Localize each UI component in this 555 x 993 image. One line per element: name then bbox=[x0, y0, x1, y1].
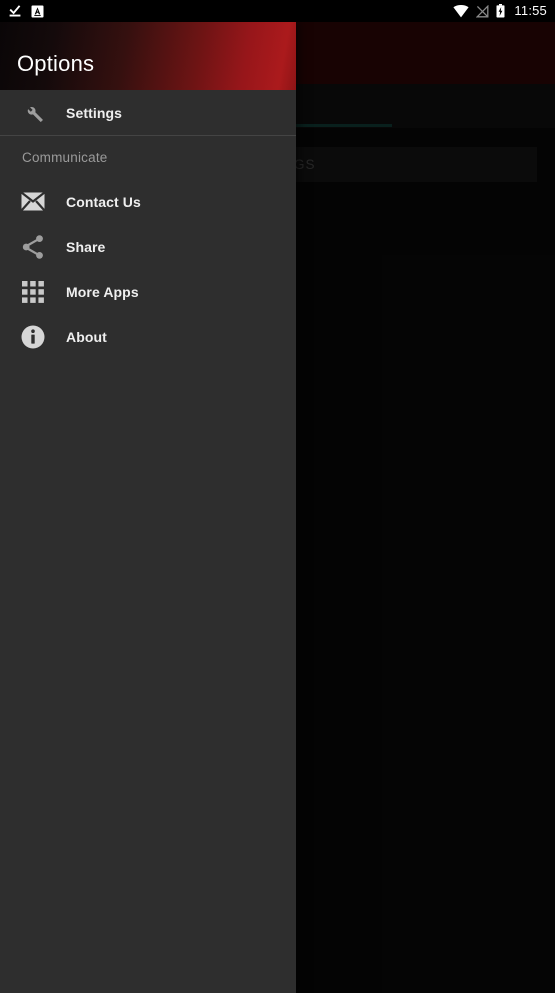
drawer-title: Options bbox=[17, 51, 95, 76]
drawer-item-settings-label: Settings bbox=[66, 104, 123, 121]
wifi-icon bbox=[453, 4, 470, 17]
drawer-item-about-label: About bbox=[66, 328, 107, 345]
drawer-item-contact-us[interactable]: Contact Us bbox=[0, 179, 296, 224]
download-complete-icon bbox=[9, 5, 21, 17]
status-bar: 11:55 bbox=[0, 0, 555, 22]
drawer-subheader-communicate: Communicate bbox=[0, 136, 296, 179]
status-bar-clock: 11:55 bbox=[514, 3, 547, 18]
share-icon bbox=[0, 234, 66, 259]
drawer-item-more-apps[interactable]: More Apps bbox=[0, 269, 296, 314]
drawer-item-share[interactable]: Share bbox=[0, 224, 296, 269]
envelope-icon bbox=[0, 192, 66, 211]
status-bar-left-icons bbox=[8, 4, 44, 18]
info-circle-icon bbox=[0, 325, 66, 349]
drawer-subheader-label: Communicate bbox=[22, 150, 108, 165]
drawer-item-about[interactable]: About bbox=[0, 314, 296, 359]
app-notification-a-icon bbox=[31, 5, 44, 17]
battery-charging-icon bbox=[496, 4, 505, 18]
no-sim-signal-icon bbox=[476, 4, 489, 17]
status-bar-right-icons: 11:55 bbox=[453, 0, 547, 22]
drawer-item-more-apps-label: More Apps bbox=[66, 283, 139, 300]
navigation-drawer: Options Settings Communicate Contact Us … bbox=[0, 22, 296, 993]
drawer-item-contact-us-label: Contact Us bbox=[66, 193, 141, 210]
phone-screen: R TO PROCEED SETTINGS Options Settings C… bbox=[0, 0, 555, 993]
drawer-item-share-label: Share bbox=[66, 238, 106, 255]
drawer-header: Options bbox=[0, 22, 296, 90]
grid-apps-icon bbox=[0, 280, 66, 303]
drawer-item-settings[interactable]: Settings bbox=[0, 90, 296, 135]
wrench-icon bbox=[0, 101, 66, 125]
